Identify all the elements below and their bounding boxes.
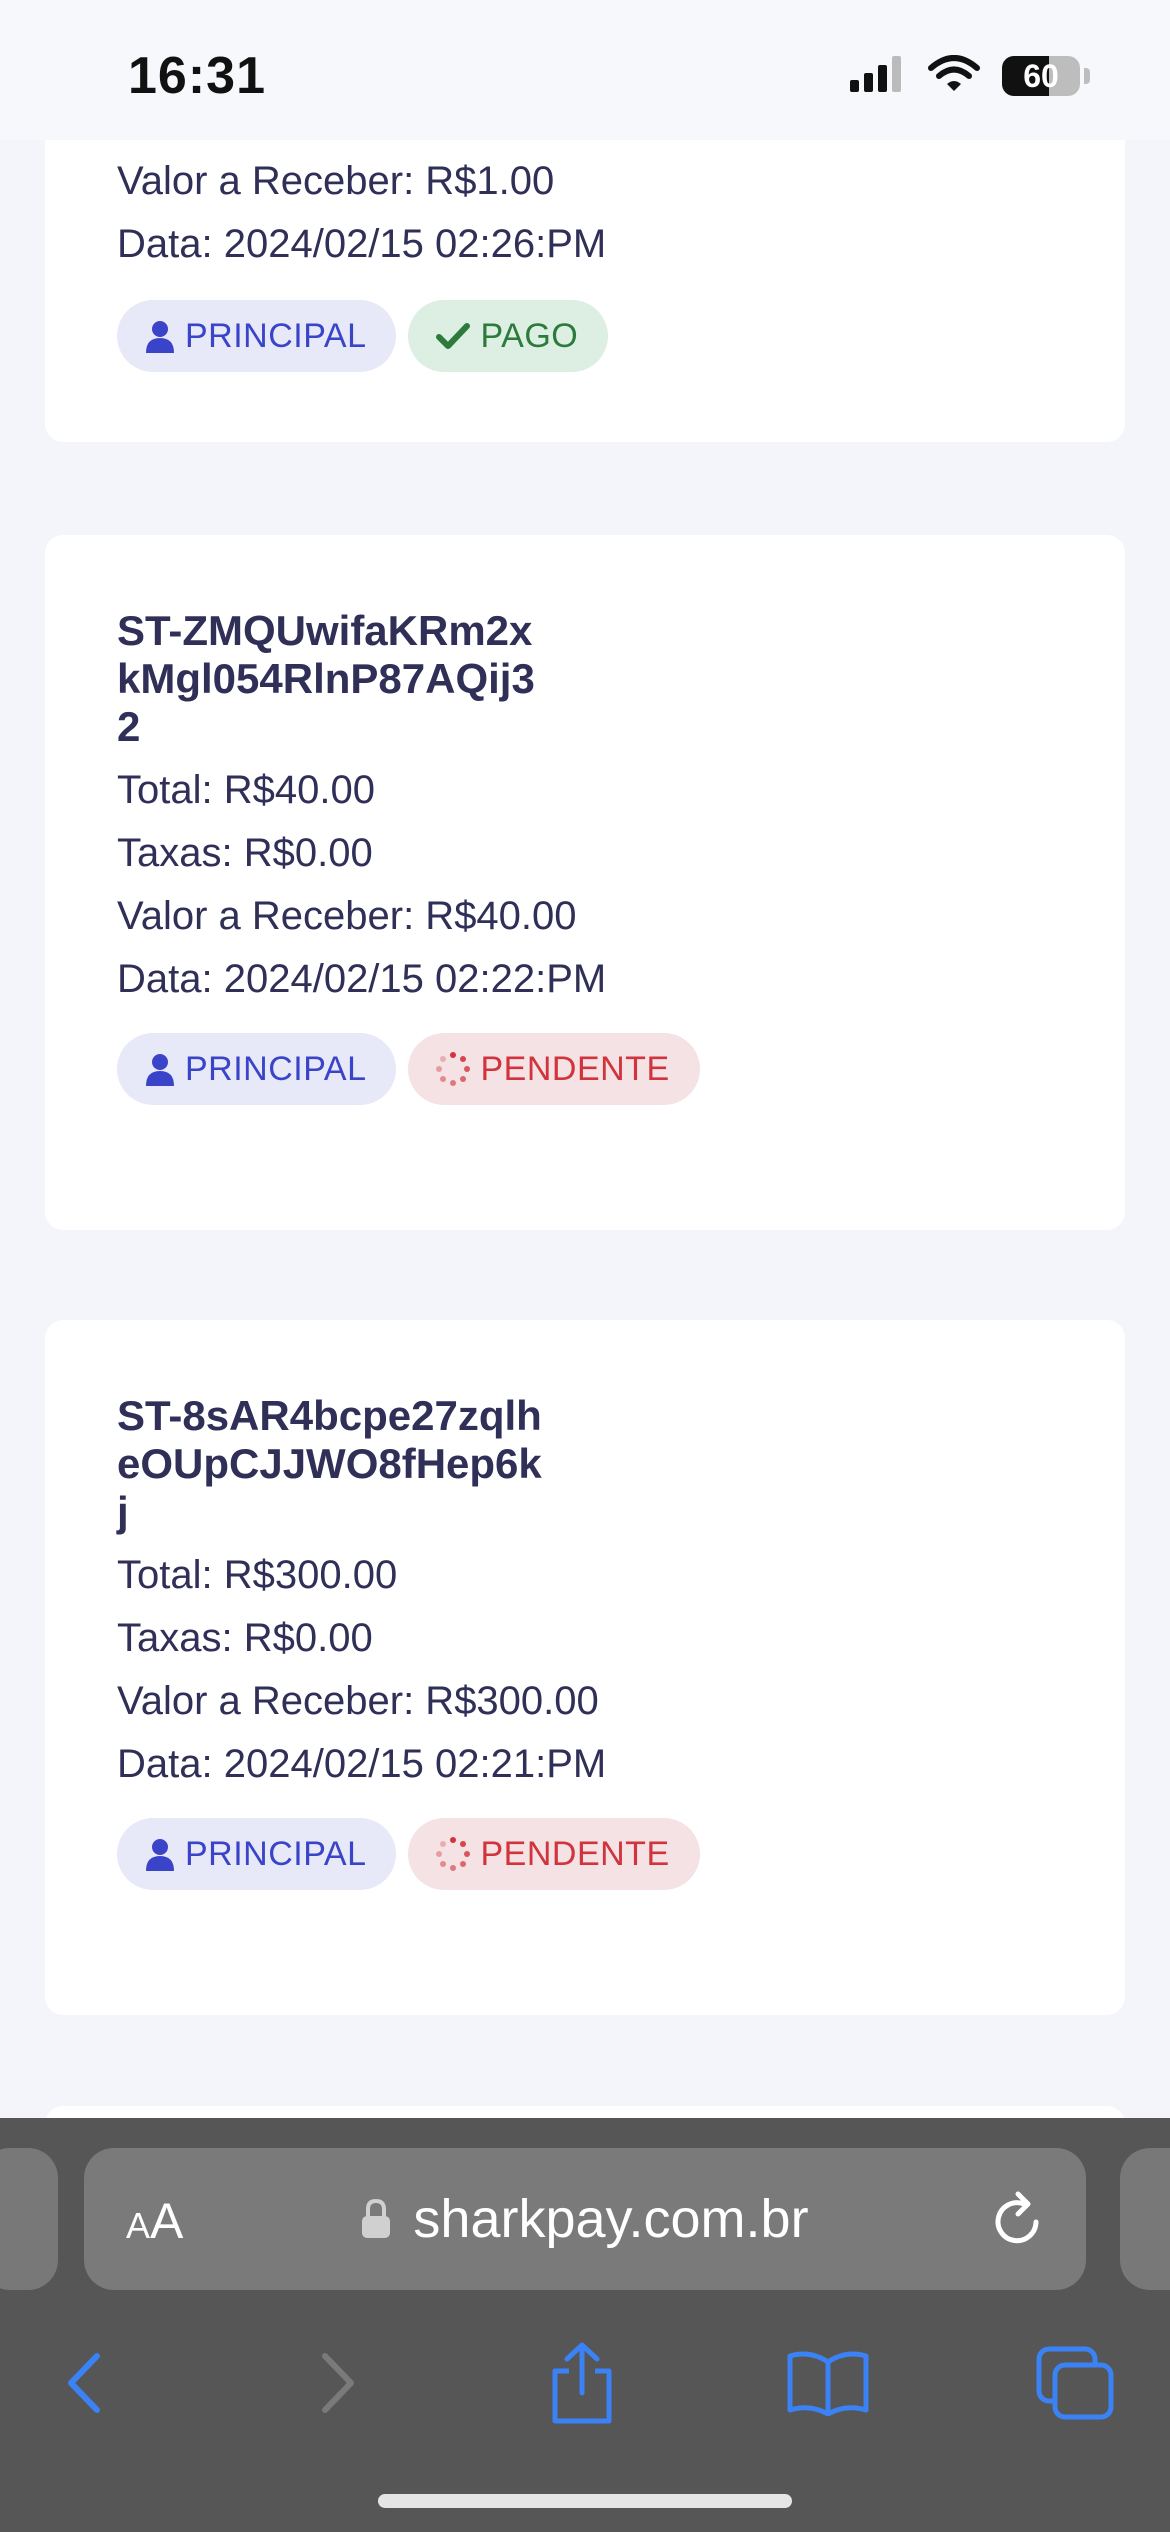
forward-icon[interactable]	[292, 2338, 382, 2428]
valor-receber: Valor a Receber: R$1.00	[117, 159, 555, 203]
browser-toolbar	[0, 2318, 1170, 2438]
next-tab[interactable]	[1120, 2148, 1170, 2290]
user-icon	[146, 1054, 174, 1086]
status-time: 16:31	[128, 47, 266, 105]
bookmarks-icon[interactable]	[783, 2338, 873, 2428]
status-tag: PENDENTE	[408, 1033, 700, 1105]
status-bar: 16:31 60	[0, 0, 1170, 140]
url-display[interactable]: sharkpay.com.br	[84, 2184, 1086, 2254]
total: Total: R$300.00	[117, 1553, 398, 1597]
home-indicator[interactable]	[378, 2494, 792, 2508]
check-icon	[436, 323, 471, 349]
reload-icon[interactable]	[990, 2188, 1046, 2255]
status-tag-label: PAGO	[480, 316, 579, 355]
account-tag: PRINCIPAL	[117, 1033, 397, 1105]
status-icons: 60	[850, 54, 1090, 98]
taxas: Taxas: R$0.00	[117, 831, 373, 875]
status-tag-label: PENDENTE	[480, 1049, 670, 1088]
date: Data: 2024/02/15 02:21:PM	[117, 1742, 607, 1786]
user-icon	[146, 321, 174, 353]
battery-icon: 60	[1002, 56, 1080, 96]
browser-bar: AA sharkpay.com.br	[0, 2118, 1170, 2532]
status-tag-label: PENDENTE	[480, 1834, 670, 1873]
transaction-id: ST-8sAR4bcpe27zqlheOUpCJJWO8fHep6kj	[117, 1392, 542, 1535]
transaction-id: ST-ZMQUwifaKRm2xkMgl054RlnP87AQij32	[117, 607, 535, 750]
signal-icon	[850, 55, 906, 97]
address-bar[interactable]: AA sharkpay.com.br	[84, 2148, 1086, 2290]
battery-level: 60	[1023, 57, 1059, 94]
user-icon	[146, 1839, 174, 1871]
lock-icon	[362, 2198, 391, 2238]
account-tag-label: PRINCIPAL	[185, 1049, 367, 1088]
status-tag: PENDENTE	[408, 1818, 700, 1890]
account-tag-label: PRINCIPAL	[185, 316, 367, 355]
valor-receber: Valor a Receber: R$40.00	[117, 894, 577, 938]
tabs-icon[interactable]	[1030, 2338, 1120, 2428]
account-tag-label: PRINCIPAL	[185, 1834, 367, 1873]
loading-icon	[436, 1837, 471, 1871]
total: Total: R$40.00	[117, 768, 375, 812]
taxas: Taxas: R$0.00	[117, 1616, 373, 1660]
transaction-card: ST-ZMQUwifaKRm2xkMgl054RlnP87AQij32 Tota…	[45, 535, 1125, 1230]
back-icon[interactable]	[40, 2338, 130, 2428]
loading-icon	[436, 1052, 471, 1086]
url-text: sharkpay.com.br	[413, 2189, 809, 2249]
account-tag: PRINCIPAL	[117, 300, 397, 372]
account-tag: PRINCIPAL	[117, 1818, 397, 1890]
date: Data: 2024/02/15 02:26:PM	[117, 222, 607, 266]
transaction-card: ST-8sAR4bcpe27zqlheOUpCJJWO8fHep6kj Tota…	[45, 1320, 1125, 2015]
wifi-icon	[928, 54, 980, 98]
valor-receber: Valor a Receber: R$300.00	[117, 1679, 599, 1723]
share-icon[interactable]	[537, 2338, 627, 2428]
previous-tab[interactable]	[0, 2148, 58, 2290]
status-tag: PAGO	[408, 300, 609, 372]
date: Data: 2024/02/15 02:22:PM	[117, 957, 607, 1001]
